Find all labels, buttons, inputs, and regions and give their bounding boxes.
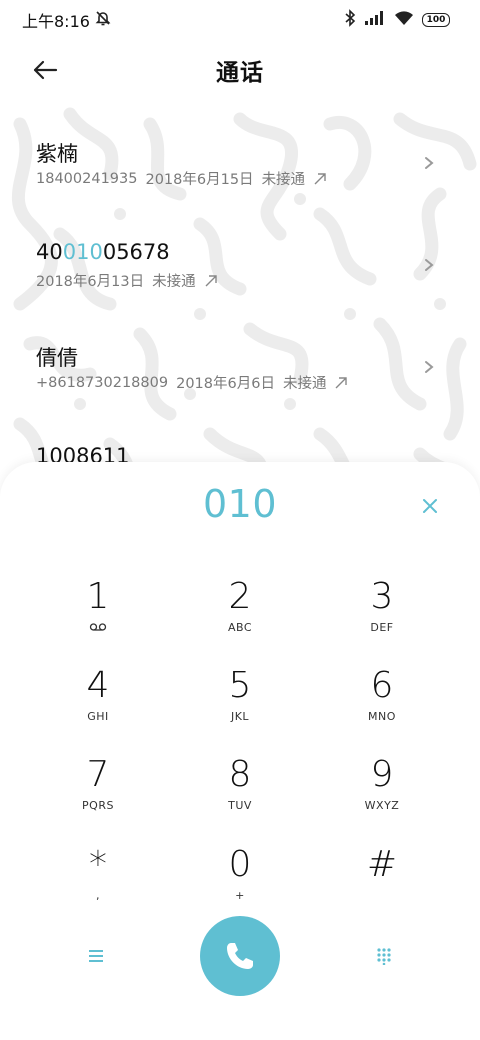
call-status: 未接通 xyxy=(282,376,327,392)
call-info: 2018年6月13日 未接通 xyxy=(36,270,218,291)
phone-number: 18400241935 xyxy=(36,170,138,187)
key-0[interactable]: 0 + xyxy=(180,844,300,924)
key-digit: 6 xyxy=(370,665,394,706)
signal-icon xyxy=(364,10,386,30)
dialed-number[interactable]: 010 xyxy=(0,482,480,526)
back-arrow-icon xyxy=(33,60,58,80)
status-bar: 上午8:16 100 xyxy=(0,0,480,40)
key-letters: PQRS xyxy=(82,798,114,812)
key-letters: TUV xyxy=(228,798,252,812)
key-letters: + xyxy=(235,888,245,902)
menu-icon xyxy=(89,950,103,962)
status-right: 100 xyxy=(344,9,450,31)
status-time: 上午8:16 xyxy=(22,12,90,31)
key-digit: 8 xyxy=(228,754,252,795)
outgoing-call-icon xyxy=(314,172,326,184)
phone-number: +8618730218809 xyxy=(36,374,169,391)
call-log-item[interactable]: 紫楠 18400241935 2018年6月15日 未接通 xyxy=(0,104,480,204)
call-list: 紫楠 18400241935 2018年6月15日 未接通 4001005678… xyxy=(0,104,480,504)
outgoing-call-icon xyxy=(205,274,217,286)
name-match-highlight: 010 xyxy=(62,240,103,264)
back-button[interactable] xyxy=(28,54,62,86)
wifi-icon xyxy=(394,10,414,30)
voicemail-icon xyxy=(89,620,107,634)
chevron-right-icon xyxy=(425,361,434,373)
call-button[interactable] xyxy=(200,916,280,996)
key-letters: ABC xyxy=(227,620,253,634)
key-digit: 7 xyxy=(86,754,110,795)
key-digit: * xyxy=(89,844,107,885)
call-date: 2018年6月6日 xyxy=(176,376,275,392)
contact-name: 4001005678 xyxy=(36,240,170,264)
menu-button[interactable] xyxy=(76,940,116,972)
key-digit: 9 xyxy=(370,754,394,795)
page-title: 通话 xyxy=(216,60,264,86)
header: 通话 xyxy=(0,40,480,100)
call-status: 未接通 xyxy=(261,172,306,188)
key-letters: JKL xyxy=(230,709,250,723)
chevron-right-icon xyxy=(425,157,434,169)
battery-level: 100 xyxy=(426,15,446,25)
key-digit: # xyxy=(366,844,398,885)
call-info: +8618730218809 2018年6月6日 未接通 xyxy=(36,372,348,393)
battery-icon: 100 xyxy=(422,13,450,27)
call-status: 未接通 xyxy=(152,274,196,290)
key-9[interactable]: 9 WXYZ xyxy=(322,754,442,834)
key-letters: DEF xyxy=(370,620,394,634)
contact-name: 紫楠 xyxy=(36,142,78,166)
outgoing-call-icon xyxy=(335,376,348,388)
key-digit: 2 xyxy=(228,576,252,617)
phone-icon xyxy=(227,943,253,969)
status-left: 上午8:16 xyxy=(22,8,112,32)
dialpad-toggle-button[interactable] xyxy=(364,940,404,972)
bluetooth-icon xyxy=(344,9,356,31)
key-3[interactable]: 3 DEF xyxy=(322,576,442,656)
key-digit: 5 xyxy=(228,665,252,706)
clear-button[interactable] xyxy=(418,494,442,518)
key-digit: 3 xyxy=(370,576,394,617)
chevron-right-icon xyxy=(425,259,434,271)
alarm-muted-icon xyxy=(94,9,112,31)
name-suffix: 05678 xyxy=(102,240,170,264)
key-8[interactable]: 8 TUV xyxy=(180,754,300,834)
key-6[interactable]: 6 MNO xyxy=(322,665,442,745)
key-letters: MNO xyxy=(368,709,396,723)
name-prefix: 40 xyxy=(36,240,63,264)
key-letters: , xyxy=(96,888,100,902)
key-letters: WXYZ xyxy=(364,798,400,812)
call-date: 2018年6月13日 xyxy=(36,274,145,290)
key-1[interactable]: 1 xyxy=(38,576,158,656)
dialpad-sheet: 010 1 2 ABC 3 DEF 4 GHI 5 JKL 6 MNO 7 PQ… xyxy=(0,462,480,1040)
key-digit: 1 xyxy=(86,576,110,617)
key-hash[interactable]: # xyxy=(322,844,442,924)
key-letters: GHI xyxy=(87,709,109,723)
call-date: 2018年6月15日 xyxy=(145,172,254,188)
key-star[interactable]: * , xyxy=(38,844,158,924)
dialpad-icon xyxy=(377,948,391,965)
contact-name: 倩倩 xyxy=(36,346,78,370)
key-4[interactable]: 4 GHI xyxy=(38,665,158,745)
call-log-item[interactable]: 4001005678 2018年6月13日 未接通 xyxy=(0,206,480,306)
key-5[interactable]: 5 JKL xyxy=(180,665,300,745)
key-digit: 0 xyxy=(228,844,252,885)
key-digit: 4 xyxy=(86,665,110,706)
call-info: 18400241935 2018年6月15日 未接通 xyxy=(36,168,327,189)
key-7[interactable]: 7 PQRS xyxy=(38,754,158,834)
close-icon xyxy=(423,499,437,513)
call-log-item[interactable]: 倩倩 +8618730218809 2018年6月6日 未接通 xyxy=(0,308,480,408)
key-2[interactable]: 2 ABC xyxy=(180,576,300,656)
